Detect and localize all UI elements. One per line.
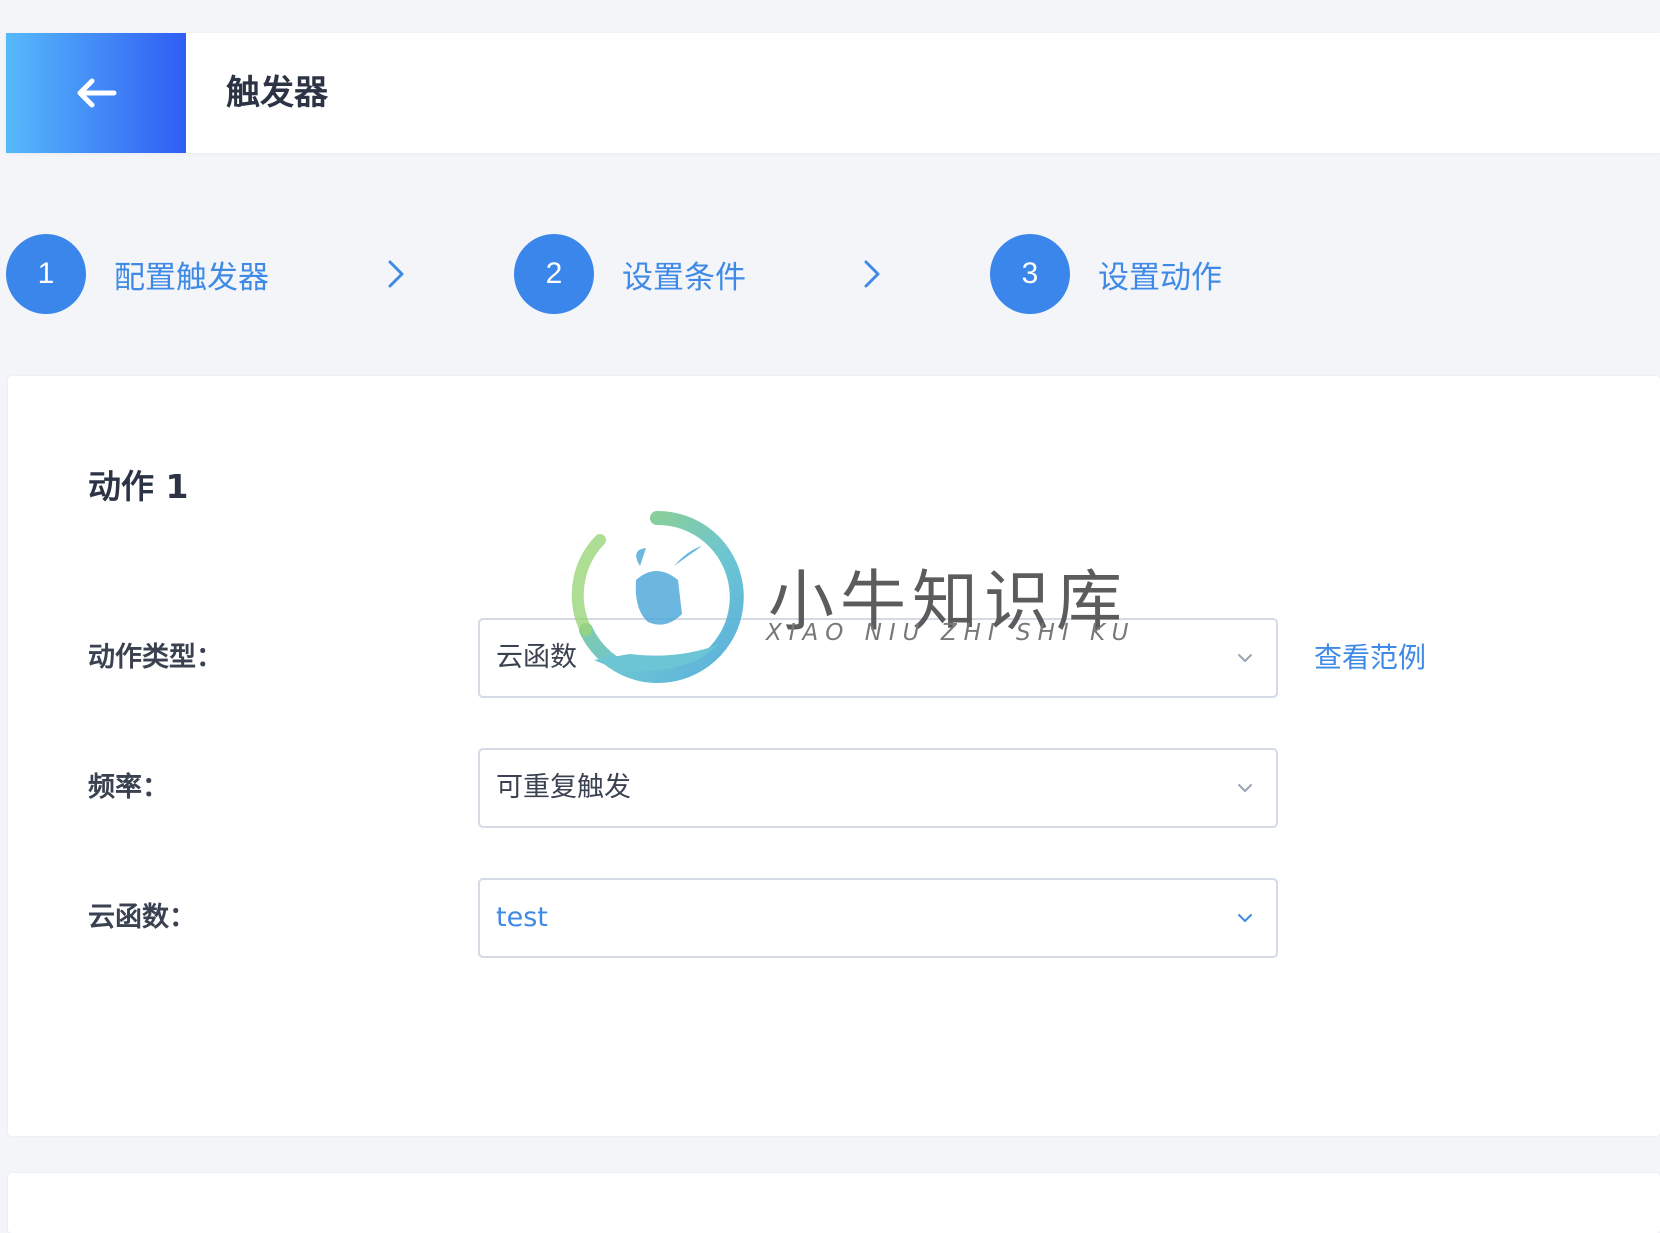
action-title: 动作 1 (88, 467, 189, 506)
chevron-right-icon (388, 260, 404, 288)
step-separator (386, 233, 406, 315)
chevron-down-icon (1238, 654, 1252, 662)
action-type-select[interactable]: 云函数 (478, 618, 1278, 698)
step-number-badge: 3 (990, 234, 1070, 314)
cloud-function-value: test (496, 902, 548, 933)
chevron-down-icon (1238, 784, 1252, 792)
step-number-badge: 1 (6, 234, 86, 314)
cloud-function-select[interactable]: test (478, 878, 1278, 958)
cloud-function-row: 云函数： test (8, 878, 1660, 958)
step-separator (862, 233, 882, 315)
step-label: 设置动作 (1098, 259, 1222, 296)
step-label: 设置条件 (622, 259, 746, 296)
action-card: 动作 1 动作类型： 云函数 查看范例 频率： 可重复触发 云函数： test (8, 376, 1660, 1136)
frequency-value: 可重复触发 (496, 772, 631, 803)
arrow-left-icon (77, 78, 117, 108)
action-type-row: 动作类型： 云函数 查看范例 (8, 618, 1660, 698)
step-1[interactable]: 1 配置触发器 (6, 233, 269, 315)
frequency-label: 频率： (88, 772, 169, 803)
view-example-link[interactable]: 查看范例 (1314, 618, 1426, 698)
page-header: 触发器 (6, 33, 1660, 153)
step-number-badge: 2 (514, 234, 594, 314)
next-card (8, 1173, 1660, 1233)
step-3[interactable]: 3 设置动作 (990, 233, 1222, 315)
stepper: 1 配置触发器 2 设置条件 3 设置动作 (6, 233, 1306, 315)
back-button[interactable] (6, 33, 186, 153)
frequency-row: 频率： 可重复触发 (8, 748, 1660, 828)
step-2[interactable]: 2 设置条件 (514, 233, 746, 315)
cloud-function-label: 云函数： (88, 902, 196, 933)
page-title: 触发器 (226, 73, 328, 113)
step-label: 配置触发器 (114, 259, 269, 296)
action-type-value: 云函数 (496, 642, 577, 673)
frequency-select[interactable]: 可重复触发 (478, 748, 1278, 828)
action-type-label: 动作类型： (88, 642, 223, 673)
chevron-right-icon (864, 260, 880, 288)
chevron-down-icon (1238, 914, 1252, 922)
